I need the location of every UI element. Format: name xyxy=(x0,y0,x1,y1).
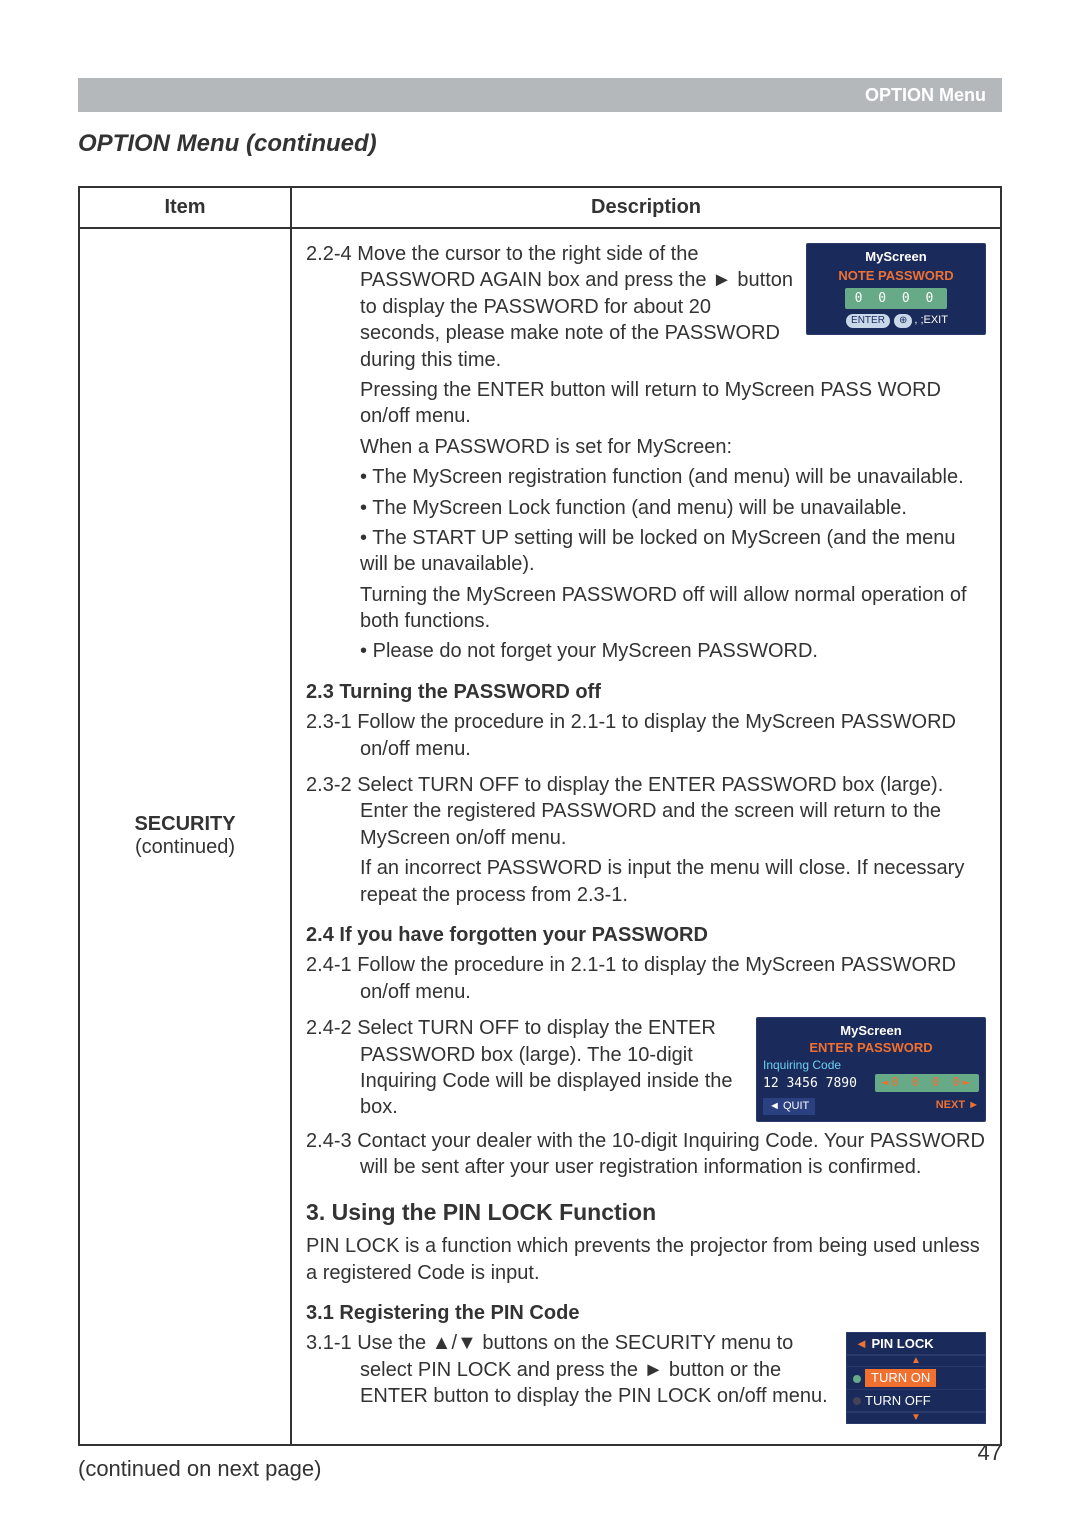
header-label: OPTION Menu xyxy=(865,85,986,106)
th-item: Item xyxy=(79,187,291,228)
h-2-3: 2.3 Turning the PASSWORD off xyxy=(306,679,986,705)
osd-pin-title: ◄ PIN LOCK xyxy=(846,1332,986,1355)
osd-note-subtitle: NOTE PASSWORD xyxy=(811,267,981,284)
osd-enter-inq-code: 12 3456 7890 xyxy=(763,1076,857,1091)
description-cell: MyScreen NOTE PASSWORD 0 0 0 0 ENTER⊕, ;… xyxy=(291,228,1001,1445)
page-number: 47 xyxy=(978,1440,1002,1466)
p-2-3-2: 2.3-2 Select TURN OFF to display the ENT… xyxy=(360,772,986,851)
osd-enter-title: MyScreen xyxy=(763,1022,979,1039)
osd-note-title: MyScreen xyxy=(811,248,981,265)
osd-enter-password: MyScreen ENTER PASSWORD Inquiring Code 1… xyxy=(756,1017,986,1122)
p-2-2-4d: Turning the MyScreen PASSWORD off will a… xyxy=(360,582,986,635)
osd-pin-arrow-up: ▲ xyxy=(846,1355,986,1367)
p-2-4-1: 2.4-1 Follow the procedure in 2.1-1 to d… xyxy=(360,952,986,1005)
item-title: SECURITY xyxy=(80,813,290,836)
header-bar: OPTION Menu xyxy=(78,78,1002,112)
p-2-3-2b: If an incorrect PASSWORD is input the me… xyxy=(360,855,986,908)
option-table: Item Description SECURITY (continued) My… xyxy=(78,186,1002,1446)
exit-pill: ⊕ xyxy=(894,314,912,327)
p-2-2-4b: Pressing the ENTER button will return to… xyxy=(360,377,986,430)
bullet-3: • The START UP setting will be locked on… xyxy=(360,525,986,578)
item-cell: SECURITY (continued) xyxy=(79,228,291,1445)
osd-note-hint: ENTER⊕, ;EXIT xyxy=(811,313,981,328)
h-2-4: 2.4 If you have forgotten your PASSWORD xyxy=(306,922,986,948)
th-desc: Description xyxy=(291,187,1001,228)
osd-pin-lock: ◄ PIN LOCK ▲ TURN ON TURN OFF ▼ xyxy=(846,1332,986,1423)
osd-enter-inq-label: Inquiring Code xyxy=(763,1058,979,1074)
h-3-1: 3.1 Registering the PIN Code xyxy=(306,1300,986,1326)
bullet-1: • The MyScreen registration function (an… xyxy=(360,464,986,490)
osd-pin-on: TURN ON xyxy=(846,1367,986,1389)
item-sub: (continued) xyxy=(80,836,290,859)
p-2-4-3: 2.4-3 Contact your dealer with the 10-di… xyxy=(360,1128,986,1181)
osd-enter-pwd: ◄0 0 0 0► xyxy=(875,1074,979,1092)
p-2-3-1: 2.3-1 Follow the procedure in 2.1-1 to d… xyxy=(360,709,986,762)
bullet-4: • Please do not forget your MyScreen PAS… xyxy=(360,638,986,664)
continued-note: (continued on next page) xyxy=(78,1456,1002,1482)
osd-enter-quit: ◄ QUIT xyxy=(763,1098,815,1115)
section-title: OPTION Menu (continued) xyxy=(78,130,1002,158)
osd-pin-arrow-down: ▼ xyxy=(846,1412,986,1424)
h-3: 3. Using the PIN LOCK Function xyxy=(306,1197,986,1227)
osd-pin-off: TURN OFF xyxy=(846,1390,986,1412)
p-2-2-4c: When a PASSWORD is set for MyScreen: xyxy=(360,434,986,460)
osd-note-pwd: 0 0 0 0 xyxy=(845,288,948,309)
bullet-2: • The MyScreen Lock function (and menu) … xyxy=(360,495,986,521)
osd-enter-subtitle: ENTER PASSWORD xyxy=(763,1039,979,1056)
enter-pill: ENTER xyxy=(846,314,890,327)
p-3: PIN LOCK is a function which prevents th… xyxy=(306,1233,986,1286)
osd-note-password: MyScreen NOTE PASSWORD 0 0 0 0 ENTER⊕, ;… xyxy=(806,243,986,335)
osd-enter-next: NEXT ► xyxy=(936,1098,979,1115)
